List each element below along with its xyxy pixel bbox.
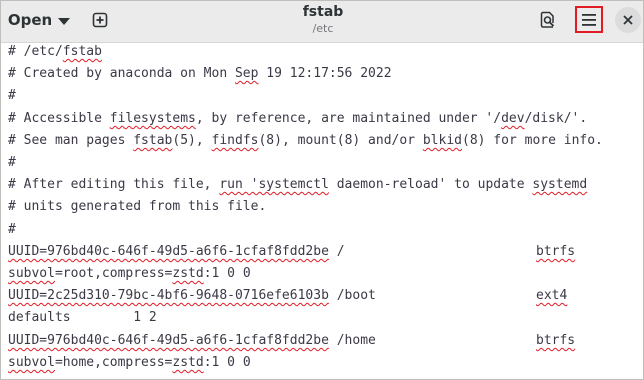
text-line: # (8, 219, 16, 241)
filesystem-type-column: btrfs (536, 241, 575, 263)
spellcheck-flagged-word: btrfs (536, 244, 576, 259)
document-path: /etc (312, 22, 334, 35)
main-menu-button[interactable] (575, 6, 603, 33)
chevron-down-icon (58, 17, 71, 25)
text-segment: (8), mount(8) and/or (258, 133, 423, 148)
spellcheck-flagged-word: zstd (172, 355, 204, 370)
spellcheck-flagged-word: UUID=976bd40c-646f-49d5-a6f6-1cfaf8fdd2b… (8, 244, 329, 259)
spellcheck-flagged-word: subvol (8, 266, 55, 281)
spellcheck-flagged-word: zstd (172, 266, 204, 281)
spellcheck-flagged-word: findfs (211, 133, 259, 148)
text-segment: =root,compress= (54, 266, 173, 281)
text-segment: # See man pages (8, 133, 134, 148)
new-tab-icon (92, 12, 108, 28)
text-line: defaults 1 2 (8, 307, 157, 329)
filesystem-type-column: ext4 (536, 285, 567, 307)
text-segment: (8) for more info. (462, 133, 603, 148)
text-segment: / (328, 244, 345, 259)
text-line: UUID=976bd40c-646f-49d5-a6f6-1cfaf8fdd2b… (8, 241, 345, 263)
spellcheck-flagged-word: fstab (133, 133, 173, 148)
spellcheck-flagged-word: filesystems (109, 111, 196, 126)
spellcheck-flagged-word: run 'systemctl (219, 177, 329, 192)
hamburger-menu-icon (582, 13, 596, 26)
text-segment: 19 12:17:56 2022 (258, 66, 392, 81)
text-line: # (8, 152, 16, 174)
filesystem-type-column: btrfs (536, 330, 575, 352)
text-segment: # (8, 88, 16, 103)
spellcheck-flagged-word: systemd (532, 177, 588, 192)
text-segment: # /etc/ (8, 44, 63, 59)
text-segment: # Accessible (8, 111, 110, 126)
text-line: subvol=home,compress=zstd:1 0 0 (8, 352, 251, 374)
spellcheck-flagged-word: blkid (422, 133, 462, 148)
search-button[interactable] (533, 6, 563, 34)
spellcheck-flagged-word: fstab (62, 44, 102, 59)
text-line: subvol=root,compress=zstd:1 0 0 (8, 263, 251, 285)
text-line: # See man pages fstab(5), findfs(8), mou… (8, 130, 603, 152)
spellcheck-flagged-word: UUID=976bd40c-646f-49d5-a6f6-1cfaf8fdd2b… (8, 333, 329, 348)
text-line: # Accessible filesystems, by reference, … (8, 108, 587, 130)
open-button[interactable]: Open (5, 6, 73, 34)
text-editor-window: Open fstab /etc # /etc/fstab # Created b… (0, 0, 644, 380)
text-line: # /etc/fstab (8, 41, 102, 63)
text-segment: # After editing this file, (8, 177, 220, 192)
text-line: # units generated from this file. (8, 196, 266, 218)
spellcheck-flagged-word: ext4 (536, 288, 568, 303)
text-line: UUID=976bd40c-646f-49d5-a6f6-1cfaf8fdd2b… (8, 330, 376, 352)
text-segment: /boot (328, 288, 376, 303)
text-line: UUID=2c25d310-79bc-4bf6-9648-0716efe6103… (8, 285, 376, 307)
text-editor-area[interactable]: # /etc/fstab # Created by anaconda on Mon… (1, 43, 643, 379)
spellcheck-flagged-word: UUID=2c25d310-79bc-4bf6-9648-0716efe6103… (8, 288, 329, 303)
window-title-area: fstab /etc (201, 4, 445, 37)
text-segment: # (8, 222, 16, 237)
text-line: # After editing this file, run 'systemct… (8, 174, 587, 196)
text-segment: /home (328, 333, 376, 348)
text-segment: (5), (172, 133, 212, 148)
text-segment: # Created by anaconda on Mon (8, 66, 235, 81)
text-segment: =home,compress= (54, 355, 173, 370)
text-line: # Created by anaconda on Mon Sep 19 12:1… (8, 63, 392, 85)
spellcheck-flagged-word: Sep (234, 66, 259, 81)
spellcheck-flagged-word: btrfs (536, 333, 576, 348)
text-segment: , by reference, are maintained under '/ (195, 111, 502, 126)
close-window-button[interactable] (615, 7, 641, 33)
header-bar: Open fstab /etc (1, 1, 643, 43)
text-line: # (8, 85, 16, 107)
text-segment: defaults 1 2 (8, 310, 157, 325)
text-segment: :1 0 0 (203, 266, 251, 281)
spellcheck-flagged-word: subvol (8, 355, 55, 370)
text-segment: /disk/'. (524, 111, 588, 126)
text-segment: daemon-reload' to update (328, 177, 533, 192)
close-icon (623, 15, 633, 25)
open-button-label: Open (7, 11, 53, 29)
text-segment: :1 0 0 (203, 355, 251, 370)
text-segment: # units generated from this file. (8, 199, 267, 214)
new-tab-button[interactable] (85, 6, 115, 34)
document-title: fstab (302, 4, 344, 20)
search-icon (540, 11, 555, 28)
spellcheck-flagged-word: dev (501, 111, 525, 126)
text-segment: # (8, 155, 16, 170)
